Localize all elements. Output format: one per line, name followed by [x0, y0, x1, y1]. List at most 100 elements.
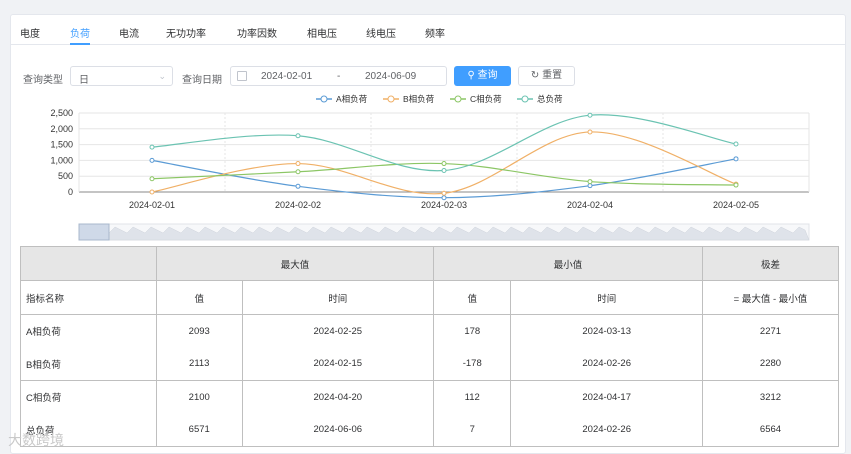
row-name: B相负荷	[20, 347, 157, 381]
row-max: 2113	[156, 347, 243, 381]
tab-current[interactable]: 电流	[119, 25, 139, 40]
watermark-logo: 大数跨境	[8, 432, 64, 448]
y-tick-label: 500	[58, 171, 73, 181]
date-range-separator: -	[337, 71, 341, 82]
legend-label: B相负荷	[403, 94, 435, 104]
row-diff: 6564	[702, 413, 839, 447]
row-diff: 3212	[702, 380, 839, 414]
y-tick-label: 0	[68, 187, 73, 197]
table-col-max-time: 时间	[241, 280, 435, 315]
data-point	[733, 156, 739, 162]
legend-label: C相负荷	[470, 94, 502, 104]
y-tick-label: 2,000	[50, 124, 73, 134]
row-min: 7	[433, 413, 512, 447]
row-diff: 2271	[702, 314, 839, 348]
data-point	[149, 144, 155, 150]
row-min: -178	[433, 347, 512, 381]
legend-label: 总负荷	[537, 94, 563, 104]
tab-load[interactable]: 负荷	[70, 25, 90, 40]
row-name: A相负荷	[20, 314, 157, 348]
row-max: 6571	[156, 413, 243, 447]
data-point	[441, 168, 447, 174]
query-date-label: 查询日期	[182, 75, 222, 86]
table-col-min-value: 值	[433, 280, 512, 315]
table-row: A相负荷 2093 2024-02-25 178 2024-03-13 2271	[20, 314, 839, 348]
legend-marker	[320, 95, 328, 103]
tab-phase-voltage[interactable]: 相电压	[307, 25, 337, 40]
date-start-input[interactable]: 2024-02-01	[261, 71, 312, 82]
data-point	[295, 183, 301, 189]
table-col-name: 指标名称	[20, 280, 157, 315]
data-point	[441, 195, 447, 201]
tab-line-voltage[interactable]: 线电压	[366, 25, 396, 40]
table-col-diff: = 最大值 - 最小值	[702, 280, 839, 315]
tab-energy[interactable]: 电度	[20, 25, 40, 40]
data-point	[587, 129, 593, 135]
legend-marker	[454, 95, 462, 103]
x-tick-label: 2024-02-01	[129, 200, 175, 210]
row-name: C相负荷	[20, 380, 157, 414]
date-end-input[interactable]: 2024-06-09	[365, 71, 416, 82]
table-col-max-value: 值	[156, 280, 243, 315]
row-min-time: 2024-02-26	[510, 347, 703, 381]
series-line	[151, 162, 737, 186]
tab-reactive-power[interactable]: 无功功率	[166, 25, 206, 40]
data-point	[149, 157, 155, 163]
main-card: 电度 负荷 电流 无功功率 功率因数 相电压 线电压 频率 查询类型 日 ⌄ 查…	[10, 14, 846, 454]
data-point	[295, 169, 301, 175]
data-point	[587, 112, 593, 118]
data-point	[441, 190, 447, 196]
table-header-max: 最大值	[155, 246, 435, 281]
table-row: B相负荷 2113 2024-02-15 -178 2024-02-26 228…	[20, 347, 839, 381]
row-max: 2093	[156, 314, 243, 348]
x-tick-label: 2024-02-03	[421, 200, 467, 210]
legend-marker	[521, 95, 529, 103]
data-point	[295, 161, 301, 167]
tab-power-factor[interactable]: 功率因数	[237, 25, 277, 40]
data-point	[587, 179, 593, 185]
active-tab-indicator	[70, 43, 90, 45]
table-row: 总负荷 6571 2024-06-06 7 2024-02-26 6564	[20, 413, 839, 447]
stats-table: 最大值 最小值 极差 指标名称 值 时间 值 时间 = 最大值 - 最小值 A相…	[20, 246, 839, 447]
reset-button-label: 重置	[542, 70, 563, 81]
row-max-time: 2024-02-15	[241, 347, 435, 381]
data-point	[149, 176, 155, 182]
calendar-icon	[237, 71, 247, 81]
data-point	[587, 183, 593, 189]
data-point	[441, 161, 447, 167]
tab-frequency[interactable]: 频率	[425, 25, 445, 40]
chevron-down-icon: ⌄	[158, 71, 166, 81]
data-point	[733, 141, 739, 147]
data-point	[733, 182, 739, 188]
y-tick-label: 1,000	[50, 155, 73, 165]
query-type-select[interactable]: 日 ⌄	[70, 66, 173, 86]
query-type-label: 查询类型	[23, 75, 63, 86]
legend-label: A相负荷	[336, 94, 368, 104]
y-tick-label: 1,500	[50, 140, 73, 150]
data-point	[295, 133, 301, 139]
row-max-time: 2024-06-06	[241, 413, 435, 447]
row-min: 178	[433, 314, 512, 348]
row-min-time: 2024-04-17	[510, 380, 703, 414]
reset-button[interactable]: ↻ 重置	[518, 66, 575, 86]
x-tick-label: 2024-02-02	[275, 200, 321, 210]
row-min-time: 2024-02-26	[510, 413, 703, 447]
row-min: 112	[433, 380, 512, 414]
data-point	[149, 189, 155, 195]
x-tick-label: 2024-02-05	[713, 200, 759, 210]
query-button[interactable]: ⚲ 查询	[454, 66, 511, 86]
row-diff: 2280	[702, 347, 839, 381]
table-header-min: 最小值	[433, 246, 703, 281]
table-header-diff: 极差	[702, 246, 839, 281]
row-min-time: 2024-03-13	[510, 314, 703, 348]
table-row: C相负荷 2100 2024-04-20 112 2024-04-17 3212	[20, 380, 839, 414]
query-button-label: 查询	[477, 70, 498, 81]
load-line-chart: 2,500 2,000 1,500 1,000 500 0 2024-02-01 2024-0…	[50, 94, 810, 241]
legend-marker	[387, 95, 395, 103]
zoom-slider-handle	[78, 223, 110, 241]
refresh-icon: ↻	[530, 70, 540, 81]
x-tick-label: 2024-02-04	[567, 200, 613, 210]
date-range-picker[interactable]: 2024-02-01 - 2024-06-09	[230, 66, 447, 86]
y-tick-label: 2,500	[50, 108, 73, 118]
table-col-min-time: 时间	[510, 280, 703, 315]
